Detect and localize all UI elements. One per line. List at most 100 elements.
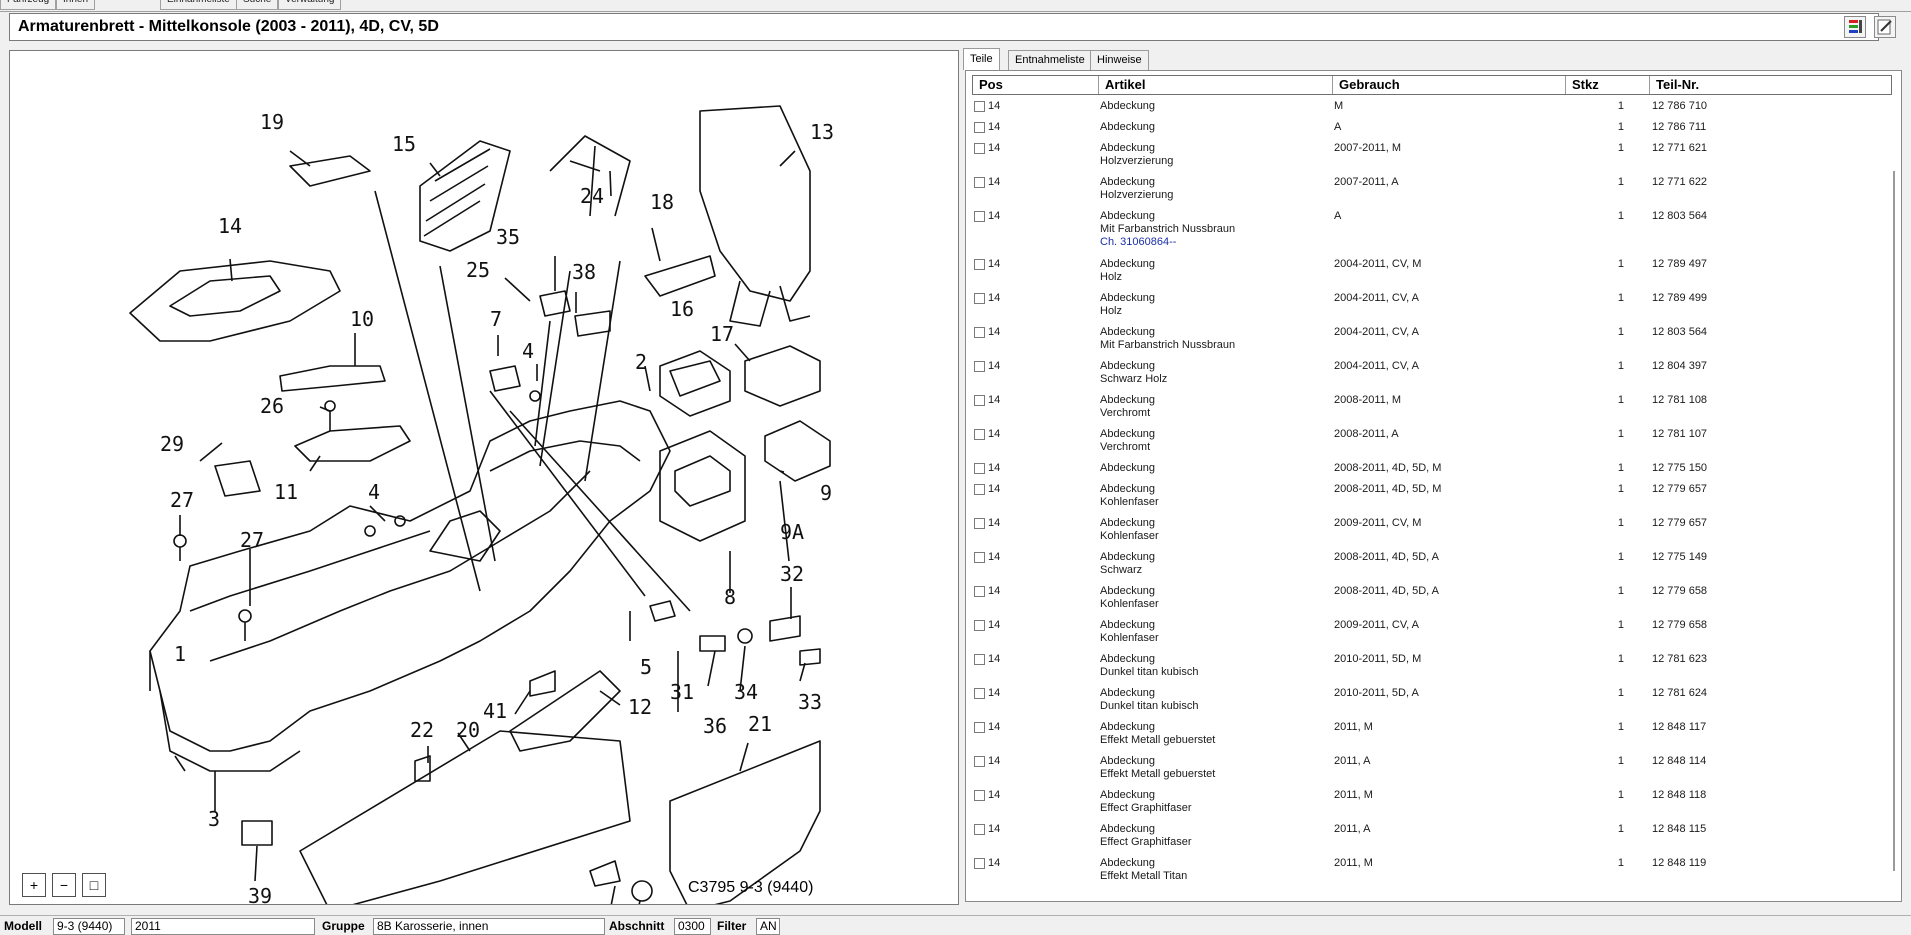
callout-12[interactable]: 12: [628, 695, 652, 719]
row-checkbox[interactable]: [974, 756, 985, 767]
callout-4[interactable]: 4: [522, 339, 534, 363]
year-field[interactable]: 2011: [131, 918, 315, 935]
row-checkbox[interactable]: [974, 824, 985, 835]
table-row[interactable]: 14 Abdeckung 2008-2011, 4D, 5D, M 1 12 775 1…: [972, 460, 1892, 481]
modell-field[interactable]: 9-3 (9440): [53, 918, 125, 935]
table-row[interactable]: 14 Abdeckung A 1 12 786 711: [972, 119, 1892, 140]
callout-19[interactable]: 19: [260, 110, 284, 134]
callout-22[interactable]: 22: [410, 718, 434, 742]
row-checkbox[interactable]: [974, 518, 985, 529]
vertical-scrollbar[interactable]: [1893, 171, 1895, 871]
zoom-out-icon[interactable]: −: [52, 873, 76, 897]
top-tab-0[interactable]: Fahrzeug: [0, 0, 57, 10]
row-checkbox[interactable]: [974, 484, 985, 495]
callout-33[interactable]: 33: [798, 690, 822, 714]
callout-24[interactable]: 24: [580, 184, 604, 208]
col-artikel[interactable]: Artikel: [1099, 76, 1333, 94]
table-row[interactable]: 14 Abdeckung Mit Farbanstrich Nussbraun 200…: [972, 324, 1892, 358]
row-checkbox[interactable]: [974, 790, 985, 801]
callout-2[interactable]: 2: [635, 350, 647, 374]
table-row[interactable]: 14 Abdeckung M 1 12 786 710: [972, 98, 1892, 119]
callout-27[interactable]: 27: [170, 488, 194, 512]
table-row[interactable]: 14 Abdeckung Kohlenfaser 2008-2011, 4D, 5D,…: [972, 481, 1892, 515]
filter-field[interactable]: AN: [756, 918, 780, 935]
row-checkbox[interactable]: [974, 395, 985, 406]
top-tab-3[interactable]: Suche: [236, 0, 279, 10]
callout-15[interactable]: 15: [392, 132, 416, 156]
tab-teile[interactable]: Teile: [963, 48, 1000, 70]
row-checkbox[interactable]: [974, 293, 985, 304]
callout-29[interactable]: 29: [160, 432, 184, 456]
callout-14[interactable]: 14: [218, 214, 242, 238]
row-checkbox[interactable]: [974, 211, 985, 222]
callout-5[interactable]: 5: [640, 655, 652, 679]
row-checkbox[interactable]: [974, 429, 985, 440]
table-row[interactable]: 14 Abdeckung Holzverzierung 2007-2011, M 1 12…: [972, 140, 1892, 174]
callout-18[interactable]: 18: [650, 190, 674, 214]
callout-38[interactable]: 38: [572, 260, 596, 284]
callout-9[interactable]: 9: [820, 481, 832, 505]
callout-32[interactable]: 32: [780, 562, 804, 586]
callout-16[interactable]: 16: [670, 297, 694, 321]
callout-4[interactable]: 4: [368, 480, 380, 504]
edit-note-icon[interactable]: [1874, 16, 1896, 38]
callout-10[interactable]: 10: [350, 307, 374, 331]
table-row[interactable]: 14 Abdeckung Holz 2004-2011, CV, A 1 12 789 4…: [972, 290, 1892, 324]
table-row[interactable]: 14 Abdeckung Kohlenfaser 2008-2011, 4D, 5D,…: [972, 583, 1892, 617]
abschnitt-field[interactable]: 0300: [674, 918, 711, 935]
row-checkbox[interactable]: [974, 177, 985, 188]
list-color-icon[interactable]: [1844, 16, 1866, 38]
table-row[interactable]: 14 Abdeckung Effekt Metall gebuerstet 2011,…: [972, 719, 1892, 753]
table-row[interactable]: 14 Abdeckung Holzverzierung 2007-2011, A 1 12…: [972, 174, 1892, 208]
top-tab-1[interactable]: Innen: [56, 0, 96, 10]
row-checkbox[interactable]: [974, 361, 985, 372]
table-row[interactable]: 14 Abdeckung Verchromt 2008-2011, A 1 12 781 …: [972, 426, 1892, 460]
callout-8[interactable]: 8: [724, 585, 736, 609]
row-checkbox[interactable]: [974, 858, 985, 869]
row-checkbox[interactable]: [974, 143, 985, 154]
callout-27[interactable]: 27: [240, 528, 264, 552]
row-checkbox[interactable]: [974, 122, 985, 133]
col-teilnr[interactable]: Teil-Nr.: [1650, 76, 1892, 94]
table-row[interactable]: 14 Abdeckung Kohlenfaser 2009-2011, CV, M 1 1…: [972, 515, 1892, 549]
tab-entnahmeliste[interactable]: Entnahmeliste: [1008, 50, 1092, 70]
table-row[interactable]: 14 Abdeckung Effekt Metall gebuerstet 2011,…: [972, 753, 1892, 787]
gruppe-field[interactable]: 8B Karosserie, innen: [373, 918, 605, 935]
callout-1[interactable]: 1: [174, 642, 186, 666]
row-checkbox[interactable]: [974, 586, 985, 597]
row-checkbox[interactable]: [974, 654, 985, 665]
row-checkbox[interactable]: [974, 722, 985, 733]
callout-20[interactable]: 20: [456, 718, 480, 742]
row-checkbox[interactable]: [974, 463, 985, 474]
callout-26[interactable]: 26: [260, 394, 284, 418]
callout-31[interactable]: 31: [670, 680, 694, 704]
table-row[interactable]: 14 Abdeckung Holz 2004-2011, CV, M 1 12 789 4…: [972, 256, 1892, 290]
zoom-in-icon[interactable]: +: [22, 873, 46, 897]
table-row[interactable]: 14 Abdeckung Dunkel titan kubisch 2010-2011…: [972, 685, 1892, 719]
row-checkbox[interactable]: [974, 259, 985, 270]
fit-view-icon[interactable]: □: [82, 873, 106, 897]
callout-3[interactable]: 3: [208, 807, 220, 831]
table-row[interactable]: 14 Abdeckung Schwarz 2008-2011, 4D, 5D, A 1 1…: [972, 549, 1892, 583]
row-checkbox[interactable]: [974, 620, 985, 631]
table-row[interactable]: 14 Abdeckung Effect Graphitfaser 2011, A 1 12…: [972, 821, 1892, 855]
callout-39[interactable]: 39: [248, 884, 272, 905]
callout-11[interactable]: 11: [274, 480, 298, 504]
table-row[interactable]: 14 Abdeckung Dunkel titan kubisch 2010-2011…: [972, 651, 1892, 685]
callout-9A[interactable]: 9A: [780, 520, 804, 544]
col-gebrauch[interactable]: Gebrauch: [1333, 76, 1566, 94]
row-checkbox[interactable]: [974, 327, 985, 338]
callout-21[interactable]: 21: [748, 712, 772, 736]
callout-35[interactable]: 35: [496, 225, 520, 249]
col-pos[interactable]: Pos: [973, 76, 1099, 94]
callout-34[interactable]: 34: [734, 680, 758, 704]
table-row[interactable]: 14 Abdeckung Effekt Metall Titan 2011, M 1 12…: [972, 855, 1892, 889]
callout-25[interactable]: 25: [466, 258, 490, 282]
row-checkbox[interactable]: [974, 552, 985, 563]
chassis-note-link[interactable]: Ch. 31060864--: [1100, 236, 1235, 249]
callout-41[interactable]: 41: [483, 699, 507, 723]
table-row[interactable]: 14 Abdeckung Kohlenfaser 2009-2011, CV, A 1 1…: [972, 617, 1892, 651]
callout-13[interactable]: 13: [810, 120, 834, 144]
col-stkz[interactable]: Stkz: [1566, 76, 1650, 94]
row-checkbox[interactable]: [974, 688, 985, 699]
